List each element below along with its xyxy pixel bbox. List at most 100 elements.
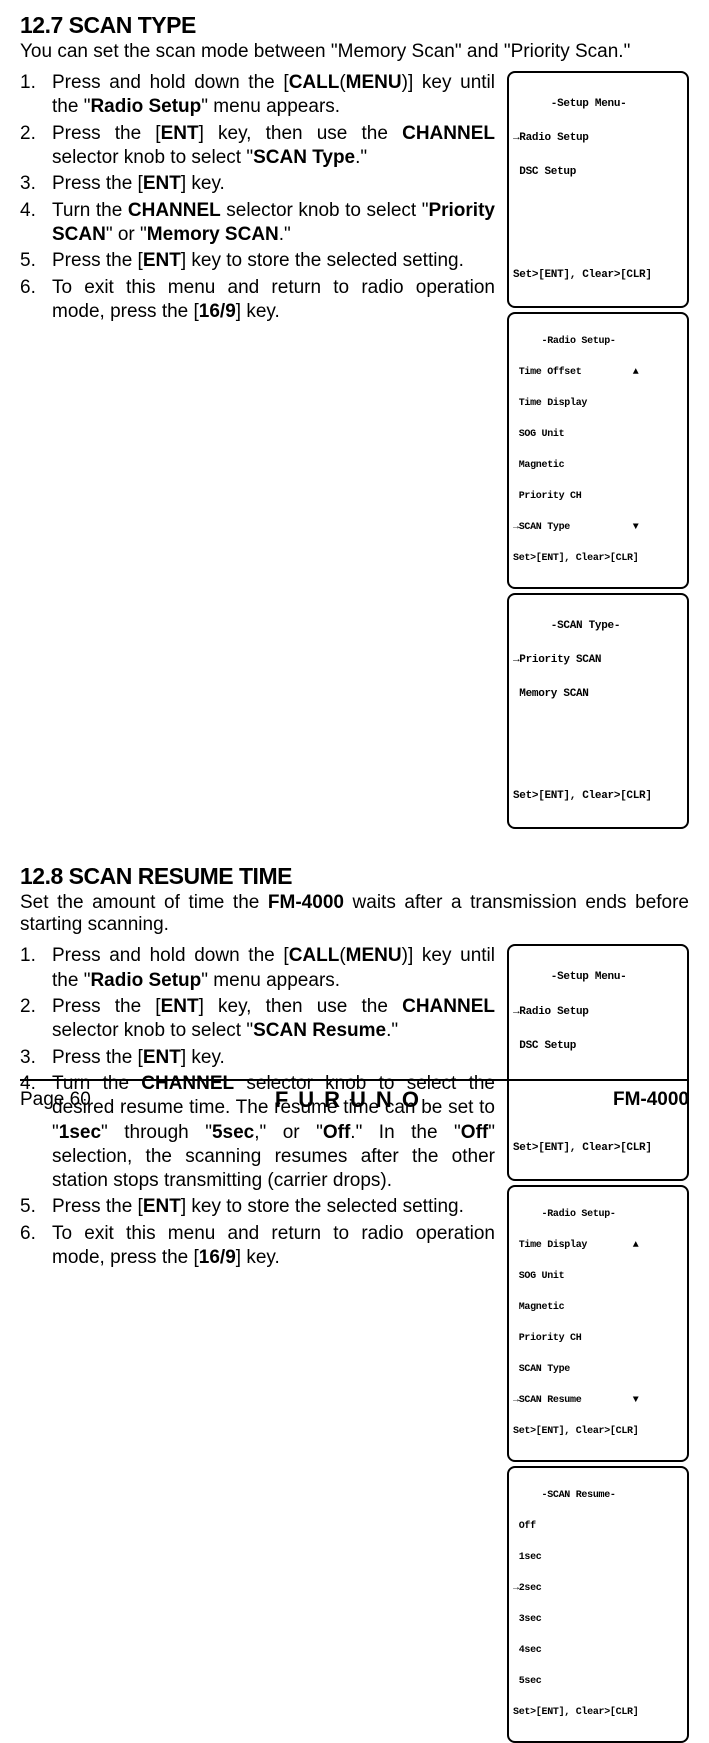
step-5: Press the [ENT] key to store the selecte… bbox=[20, 249, 495, 273]
txt: ENT bbox=[143, 173, 181, 194]
txt: selector knob to select " bbox=[52, 1020, 253, 1041]
lcd-line: →Radio Setup bbox=[513, 133, 683, 144]
txt: ." In the " bbox=[350, 1122, 461, 1143]
txt: ] key to store the selected setting. bbox=[181, 250, 464, 271]
lcd-line bbox=[513, 757, 683, 768]
lcd-line: →Radio Setup bbox=[513, 1007, 683, 1018]
lcd-line: -Radio Setup- bbox=[513, 337, 683, 348]
txt: ENT bbox=[143, 1047, 181, 1068]
steps-127: Press and hold down the [CALL(MENU)] key… bbox=[20, 71, 495, 829]
txt: 16/9 bbox=[199, 301, 236, 322]
txt: CHANNEL bbox=[402, 123, 495, 144]
lcd-line: Magnetic bbox=[513, 461, 683, 472]
txt: MENU bbox=[346, 72, 402, 93]
content-127: Press and hold down the [CALL(MENU)] key… bbox=[20, 71, 689, 829]
lcd-setup-menu: -Setup Menu- →Radio Setup DSC Setup Set>… bbox=[507, 71, 689, 308]
lcd-line: Time Display ▲ bbox=[513, 1241, 683, 1252]
txt: ." bbox=[279, 224, 291, 245]
txt: CHANNEL bbox=[402, 996, 495, 1017]
txt: ." bbox=[386, 1020, 398, 1041]
lcd-line: 4sec bbox=[513, 1646, 683, 1657]
step-6: To exit this menu and return to radio op… bbox=[20, 276, 495, 325]
txt: Turn the bbox=[52, 200, 128, 221]
txt: SCAN Resume bbox=[253, 1020, 386, 1041]
step-4: Turn the CHANNEL selector knob to select… bbox=[20, 199, 495, 248]
lcd-line: Time Offset ▲ bbox=[513, 368, 683, 379]
txt: Press and hold down the [ bbox=[52, 72, 289, 93]
txt: ," or " bbox=[254, 1122, 323, 1143]
txt: " menu appears. bbox=[201, 96, 340, 117]
txt: selector knob to select " bbox=[221, 200, 429, 221]
txt: ENT bbox=[161, 123, 199, 144]
lcd-line: Set>[ENT], Clear>[CLR] bbox=[513, 270, 683, 281]
lcd-line: →Priority SCAN bbox=[513, 655, 683, 666]
lcd-line: SOG Unit bbox=[513, 430, 683, 441]
lcd-line: →SCAN Resume ▼ bbox=[513, 1396, 683, 1407]
section-header-127: 12.7 SCAN TYPE bbox=[20, 12, 689, 39]
step-2: Press the [ENT] key, then use the CHANNE… bbox=[20, 122, 495, 171]
step-3: Press the [ENT] key. bbox=[20, 172, 495, 196]
brand-logo: FURUNO bbox=[275, 1087, 429, 1113]
step-2: Press the [ENT] key, then use the CHANNE… bbox=[20, 995, 495, 1044]
txt: Press the [ bbox=[52, 1047, 143, 1068]
step-3: Press the [ENT] key. bbox=[20, 1046, 495, 1070]
step-5: Press the [ENT] key to store the selecte… bbox=[20, 1195, 495, 1219]
txt: ] key. bbox=[236, 1247, 280, 1268]
model-label: FM-4000 bbox=[613, 1089, 689, 1111]
txt: ] key to store the selected setting. bbox=[181, 1196, 464, 1217]
txt: ] key. bbox=[181, 1047, 225, 1068]
txt: Off bbox=[461, 1122, 488, 1143]
lcd-line: Set>[ENT], Clear>[CLR] bbox=[513, 1143, 683, 1154]
lcd-line: DSC Setup bbox=[513, 1041, 683, 1052]
txt: MENU bbox=[346, 945, 402, 966]
lcd-radio-setup: -Radio Setup- Time Display ▲ SOG Unit Ma… bbox=[507, 1185, 689, 1462]
txt: Memory SCAN bbox=[147, 224, 279, 245]
txt: FM-4000 bbox=[268, 892, 344, 913]
step-1: Press and hold down the [CALL(MENU)] key… bbox=[20, 944, 495, 993]
txt: CHANNEL bbox=[128, 200, 221, 221]
lcd-line: SOG Unit bbox=[513, 1272, 683, 1283]
txt: Set the amount of time the bbox=[20, 892, 268, 913]
lcd-line: →2sec bbox=[513, 1584, 683, 1595]
lcd-line: Time Display bbox=[513, 399, 683, 410]
lcd-col-128: -Setup Menu- →Radio Setup DSC Setup Set>… bbox=[507, 944, 689, 1743]
lcd-line: 1sec bbox=[513, 1553, 683, 1564]
lcd-line: -Radio Setup- bbox=[513, 1210, 683, 1221]
lcd-line: DSC Setup bbox=[513, 167, 683, 178]
txt: Press the [ bbox=[52, 1196, 143, 1217]
txt: Radio Setup bbox=[90, 970, 201, 991]
intro-127: You can set the scan mode between "Memor… bbox=[20, 41, 689, 63]
txt: 5sec bbox=[212, 1122, 254, 1143]
lcd-line: Memory SCAN bbox=[513, 689, 683, 700]
lcd-line: →SCAN Type ▼ bbox=[513, 523, 683, 534]
txt: CALL bbox=[289, 72, 340, 93]
txt: Radio Setup bbox=[90, 96, 201, 117]
txt: ." bbox=[355, 147, 367, 168]
txt: ENT bbox=[161, 996, 199, 1017]
txt: 16/9 bbox=[199, 1247, 236, 1268]
lcd-col-127: -Setup Menu- →Radio Setup DSC Setup Set>… bbox=[507, 71, 689, 829]
page-number: Page 60 bbox=[20, 1089, 91, 1111]
lcd-line: -SCAN Type- bbox=[513, 621, 683, 632]
txt: 1sec bbox=[59, 1122, 101, 1143]
lcd-line: Off bbox=[513, 1522, 683, 1533]
lcd-line: Magnetic bbox=[513, 1303, 683, 1314]
txt: " or " bbox=[106, 224, 147, 245]
lcd-line bbox=[513, 723, 683, 734]
txt: selector knob to select " bbox=[52, 147, 253, 168]
lcd-scan-type: -SCAN Type- →Priority SCAN Memory SCAN S… bbox=[507, 593, 689, 830]
lcd-line: -SCAN Resume- bbox=[513, 1491, 683, 1502]
txt: ] key. bbox=[236, 301, 280, 322]
txt: ] key. bbox=[181, 173, 225, 194]
txt: Press the [ bbox=[52, 173, 143, 194]
lcd-line bbox=[513, 235, 683, 246]
txt: " menu appears. bbox=[201, 970, 340, 991]
txt: " through " bbox=[101, 1122, 212, 1143]
intro-128: Set the amount of time the FM-4000 waits… bbox=[20, 892, 689, 936]
page-footer: Page 60 FURUNO FM-4000 bbox=[20, 1079, 689, 1113]
lcd-line: Priority CH bbox=[513, 492, 683, 503]
txt: Press the [ bbox=[52, 250, 143, 271]
lcd-line: Set>[ENT], Clear>[CLR] bbox=[513, 554, 683, 565]
txt: ] key, then use the bbox=[199, 123, 403, 144]
lcd-line: Set>[ENT], Clear>[CLR] bbox=[513, 1427, 683, 1438]
